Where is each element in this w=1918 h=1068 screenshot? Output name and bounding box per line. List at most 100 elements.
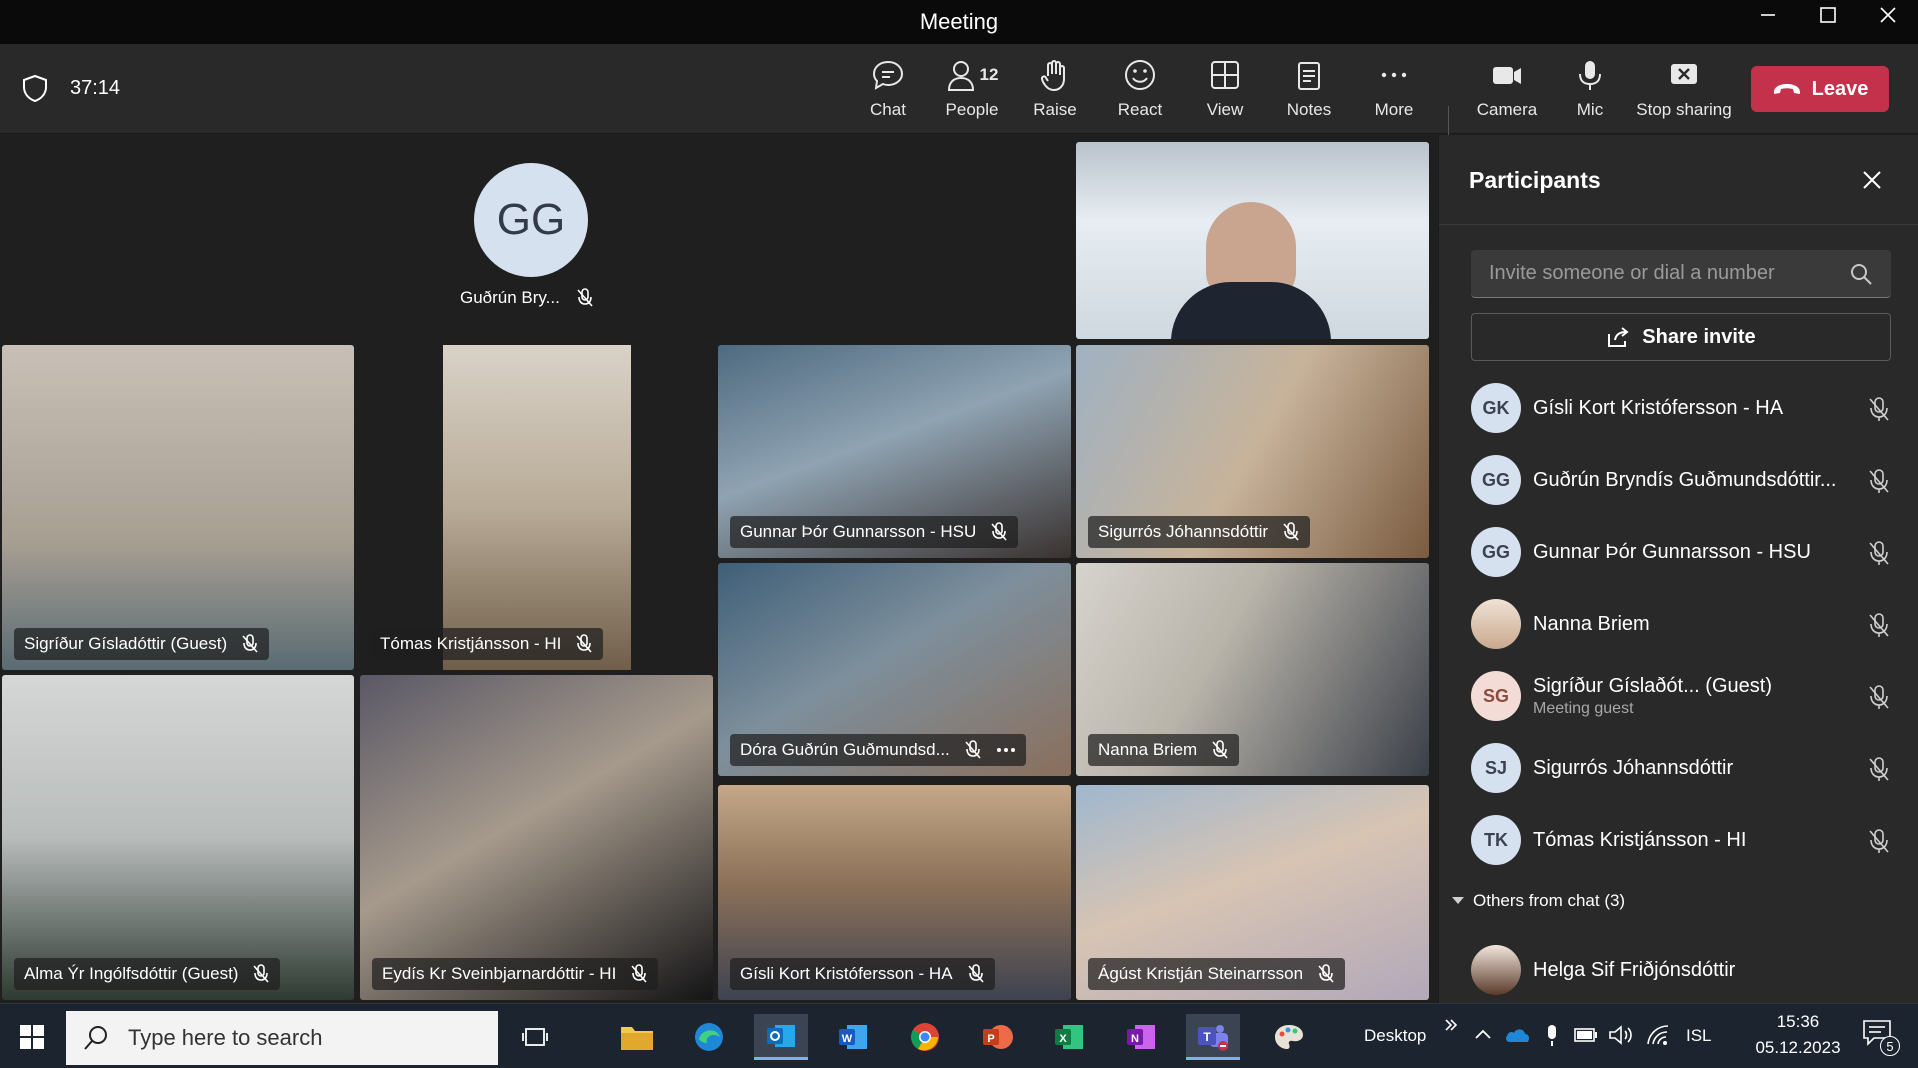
participants-panel: Participants Invite someone or dial a nu… (1438, 135, 1918, 1003)
folder-icon (621, 1027, 653, 1050)
invite-input[interactable]: Invite someone or dial a number (1471, 250, 1891, 298)
onedrive-icon[interactable] (1504, 1026, 1530, 1044)
taskbar-outlook[interactable] (754, 1014, 808, 1060)
mic-muted-icon (1869, 469, 1889, 493)
chevron-up-icon[interactable] (1474, 1028, 1492, 1040)
video-tile[interactable]: Nanna Briem (1076, 563, 1429, 776)
tile-name-label: Gísli Kort Kristófersson - HA (730, 958, 995, 990)
paint-palette-icon (1275, 1025, 1303, 1049)
camera-button[interactable]: Camera (1465, 58, 1549, 128)
battery-icon[interactable] (1574, 1028, 1598, 1042)
stop-sharing-icon (1671, 64, 1697, 84)
video-tile[interactable]: Alma Ýr Ingólfsdóttir (Guest) (2, 675, 354, 1000)
task-view-button[interactable] (508, 1014, 562, 1060)
participant-row[interactable]: GG Gunnar Þór Gunnarsson - HSU (1471, 522, 1891, 582)
taskbar-edge[interactable] (682, 1014, 736, 1060)
participant-row[interactable]: Nanna Briem (1471, 594, 1891, 654)
notification-count-badge: 5 (1880, 1036, 1900, 1056)
video-tile-presenter[interactable] (1076, 142, 1429, 339)
react-button[interactable]: React (1100, 58, 1180, 128)
taskbar-teams[interactable]: T (1186, 1014, 1240, 1060)
wifi-icon[interactable] (1646, 1024, 1670, 1046)
participant-row[interactable]: GK Gísli Kort Kristófersson - HA (1471, 378, 1891, 438)
participant-row[interactable]: GG Guðrún Bryndís Guðmundsdóttir... (1471, 450, 1891, 510)
taskbar-chrome[interactable] (898, 1014, 952, 1060)
notifications-button[interactable]: 5 (1862, 1018, 1902, 1056)
close-icon (1880, 7, 1896, 23)
view-button[interactable]: View (1185, 58, 1265, 128)
start-button[interactable] (4, 1014, 60, 1060)
participant-row[interactable]: SJ Sigurrós Jóhannsdóttir (1471, 738, 1891, 798)
avatar-initials: GK (1482, 397, 1510, 418)
word-icon: W (839, 1025, 867, 1049)
svg-text:T: T (1203, 1030, 1211, 1044)
more-button[interactable]: More (1354, 58, 1434, 128)
search-icon (1851, 264, 1872, 285)
video-tile[interactable]: Tómas Kristjánsson - HI (358, 345, 713, 670)
chrome-icon (911, 1023, 939, 1051)
maximize-button[interactable] (1800, 0, 1856, 30)
more-icon (1381, 72, 1407, 78)
taskbar-search-input[interactable]: Type here to search (66, 1011, 498, 1065)
taskbar-onenote[interactable]: N (1114, 1014, 1168, 1060)
divider (1439, 224, 1918, 225)
people-button[interactable]: 12 People (932, 58, 1012, 128)
participant-row[interactable]: Helga Sif Friðjónsdóttir (1471, 940, 1891, 1000)
meeting-toolbar: 37:14 Chat 12 People Raise React View No… (0, 44, 1918, 178)
share-invite-button[interactable]: Share invite (1471, 313, 1891, 361)
participant-name: Tómas Kristjánsson - HI (380, 634, 562, 653)
stop-sharing-label: Stop sharing (1636, 100, 1732, 119)
close-panel-icon[interactable] (1857, 165, 1887, 195)
double-chevron-icon[interactable] (1444, 1018, 1458, 1032)
share-invite-label: Share invite (1642, 325, 1756, 348)
taskbar-powerpoint[interactable]: P (970, 1014, 1024, 1060)
microphone-icon (1579, 61, 1601, 90)
taskbar-file-explorer[interactable] (610, 1014, 664, 1060)
mic-muted-icon (631, 964, 647, 983)
microphone-tray-icon[interactable] (1544, 1024, 1560, 1048)
participant-row[interactable]: SG Sigríður Gíslaðót... (Guest) Meeting … (1471, 666, 1891, 726)
participant-name: Gunnar Þór Gunnarsson - HSU (740, 522, 977, 541)
minimize-button[interactable] (1740, 0, 1796, 30)
taskbar-paint[interactable] (1262, 1014, 1316, 1060)
volume-icon[interactable] (1608, 1024, 1634, 1046)
clock-date[interactable]: 05.12.2023 (1738, 1038, 1858, 1058)
video-tile[interactable]: Ágúst Kristján Steinarrsson (1076, 785, 1429, 1000)
mic-muted-icon (1318, 964, 1334, 983)
desktop-toolbar-label[interactable]: Desktop (1364, 1026, 1426, 1046)
participant-name: Guðrún Bryndís Guðmundsdóttir... (1533, 468, 1837, 491)
leave-button[interactable]: Leave (1751, 66, 1889, 112)
participant-name: Nanna Briem (1098, 740, 1198, 759)
clock-time[interactable]: 15:36 (1738, 1012, 1858, 1032)
video-tile[interactable]: Dóra Guðrún Guðmundsd... (718, 563, 1071, 776)
video-tile[interactable]: Sigríður Gísladóttir (Guest) (2, 345, 354, 670)
taskbar-word[interactable]: W (826, 1014, 880, 1060)
others-from-chat-toggle[interactable]: Others from chat (3) (1451, 891, 1625, 911)
participant-row[interactable]: TK Tómas Kristjánsson - HI (1471, 810, 1891, 870)
close-window-button[interactable] (1860, 0, 1916, 30)
raise-hand-button[interactable]: Raise (1015, 58, 1095, 128)
video-tile[interactable]: Eydís Kr Sveinbjarnardóttir - HI (360, 675, 713, 1000)
camera-label: Camera (1476, 100, 1538, 119)
avatar-photo (1471, 945, 1521, 995)
chat-button[interactable]: Chat (848, 58, 928, 128)
video-tile[interactable]: Gunnar Þór Gunnarsson - HSU (718, 345, 1071, 558)
taskbar-excel[interactable]: X (1042, 1014, 1096, 1060)
avatar-photo (1471, 599, 1521, 649)
more-options-icon[interactable] (996, 747, 1016, 753)
notes-button[interactable]: Notes (1269, 58, 1349, 128)
language-indicator[interactable]: ISL (1686, 1026, 1712, 1046)
maximize-icon (1820, 7, 1836, 23)
mic-button[interactable]: Mic (1550, 58, 1630, 128)
participant-name: Nanna Briem (1533, 612, 1650, 635)
task-view-icon (522, 1028, 548, 1046)
camera-icon (1493, 67, 1521, 84)
video-tile[interactable]: Gísli Kort Kristófersson - HA (718, 785, 1071, 1000)
avatar-initials: TK (1484, 829, 1508, 850)
participant-name: Sigríður Gíslaðót... (Guest) (1533, 674, 1772, 697)
video-tile[interactable]: Sigurrós Jóhannsdóttir (1076, 345, 1429, 558)
participant-name: Dóra Guðrún Guðmundsd... (740, 740, 950, 759)
stop-sharing-button[interactable]: Stop sharing (1634, 58, 1734, 128)
meeting-timer-value: 37:14 (70, 76, 121, 99)
person-body (1171, 282, 1331, 339)
